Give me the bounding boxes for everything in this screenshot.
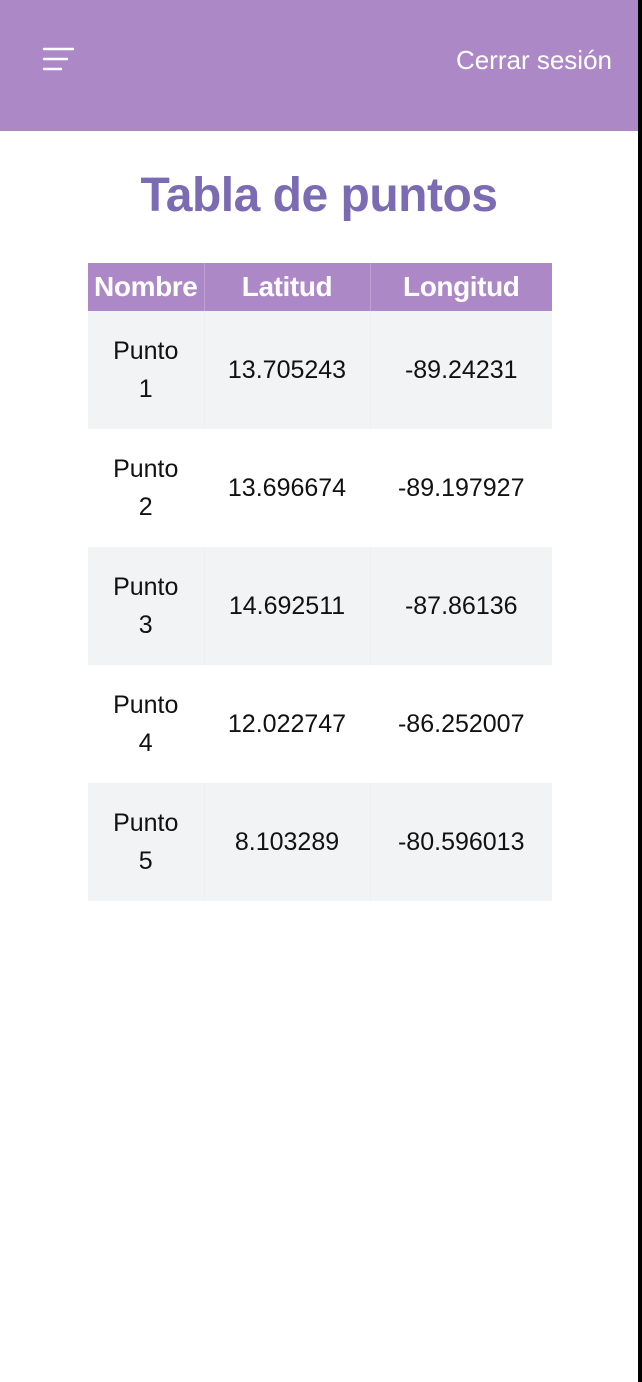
- point-name: Punto 5: [113, 809, 179, 875]
- column-header-latitude: Latitud: [204, 263, 371, 311]
- cell-longitude: -89.197927: [370, 429, 552, 547]
- cell-name: Punto 3: [88, 547, 205, 665]
- cell-longitude: -87.86136: [370, 547, 552, 665]
- cell-longitude: -80.596013: [370, 783, 552, 901]
- cell-name: Punto 1: [88, 311, 205, 429]
- logout-button[interactable]: Cerrar sesión: [456, 44, 612, 76]
- cell-longitude: -89.24231: [370, 311, 552, 429]
- point-name: Punto 2: [113, 455, 179, 521]
- table-header-row: Nombre Latitud Longitud: [88, 263, 552, 311]
- table-row: Punto 5 8.103289 -80.596013: [88, 783, 552, 901]
- cell-longitude: -86.252007: [370, 665, 552, 783]
- top-app-bar: Cerrar sesión: [0, 0, 638, 131]
- cell-name: Punto 5: [88, 783, 205, 901]
- table-row: Punto 4 12.022747 -86.252007: [88, 665, 552, 783]
- cell-latitude: 14.692511: [204, 547, 371, 665]
- hamburger-menu-icon: [42, 47, 75, 71]
- table-row: Punto 1 13.705243 -89.24231: [88, 311, 552, 429]
- menu-button[interactable]: [38, 40, 78, 80]
- cell-latitude: 13.696674: [204, 429, 371, 547]
- table-row: Punto 2 13.696674 -89.197927: [88, 429, 552, 547]
- cell-latitude: 8.103289: [204, 783, 371, 901]
- table-row: Punto 3 14.692511 -87.86136: [88, 547, 552, 665]
- point-name: Punto 4: [113, 691, 179, 757]
- cell-name: Punto 2: [88, 429, 205, 547]
- cell-latitude: 12.022747: [204, 665, 371, 783]
- column-header-longitude: Longitud: [370, 263, 552, 311]
- cell-name: Punto 4: [88, 665, 205, 783]
- cell-latitude: 13.705243: [204, 311, 371, 429]
- point-name: Punto 3: [113, 573, 179, 639]
- page-title: Tabla de puntos: [140, 169, 498, 222]
- point-name: Punto 1: [113, 337, 179, 403]
- app-viewport: Cerrar sesión Tabla de puntos Nombre Lat…: [0, 0, 638, 1382]
- points-table: Nombre Latitud Longitud Punto 1 13.70524…: [88, 263, 552, 901]
- column-header-name: Nombre: [88, 263, 205, 311]
